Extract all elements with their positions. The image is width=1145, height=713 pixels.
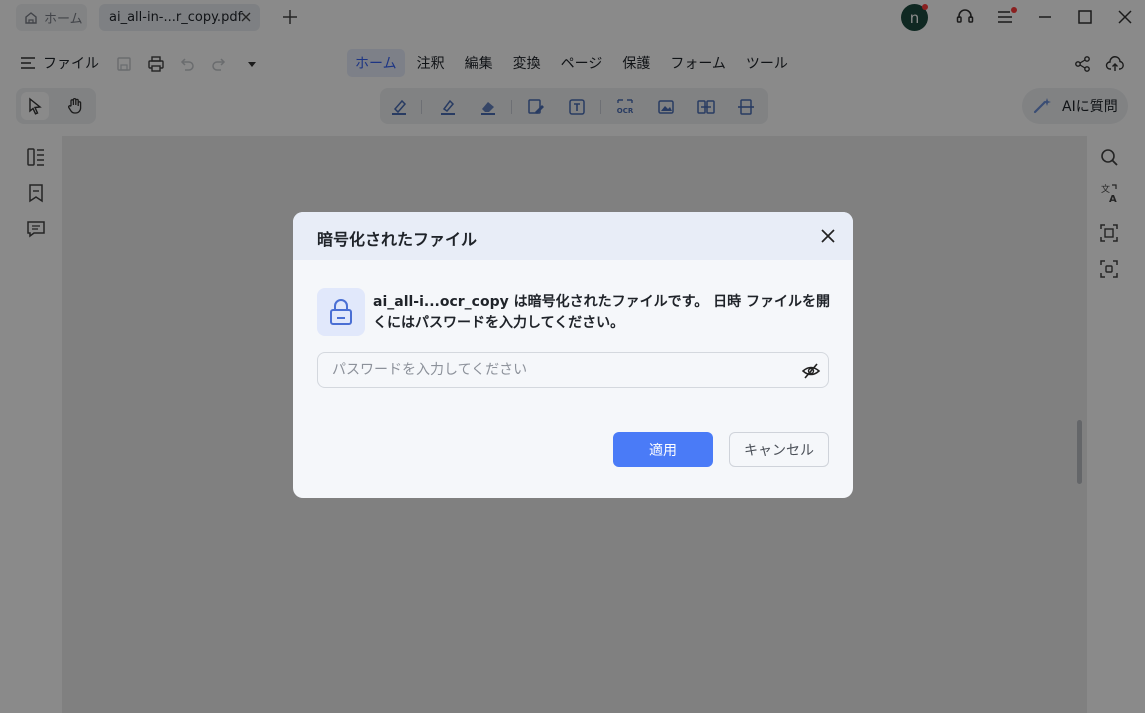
password-input[interactable] [332,353,792,387]
cancel-button[interactable]: キャンセル [729,432,829,467]
lock-icon [330,299,352,325]
dialog-title: 暗号化されたファイル [317,230,478,249]
lock-badge [317,288,365,336]
dialog-header: 暗号化されたファイル [293,212,853,260]
password-field[interactable] [317,352,829,388]
close-icon[interactable] [819,227,837,245]
dialog-message: ai_all-i...ocr_copy は暗号化されたファイルです。 日時 ファ… [373,294,830,331]
apply-button[interactable]: 適用 [613,432,713,467]
hide-password-icon[interactable] [801,361,821,381]
encrypted-file-dialog: 暗号化されたファイル ai_all-i...ocr_copy は暗号化されたファ… [293,212,853,498]
